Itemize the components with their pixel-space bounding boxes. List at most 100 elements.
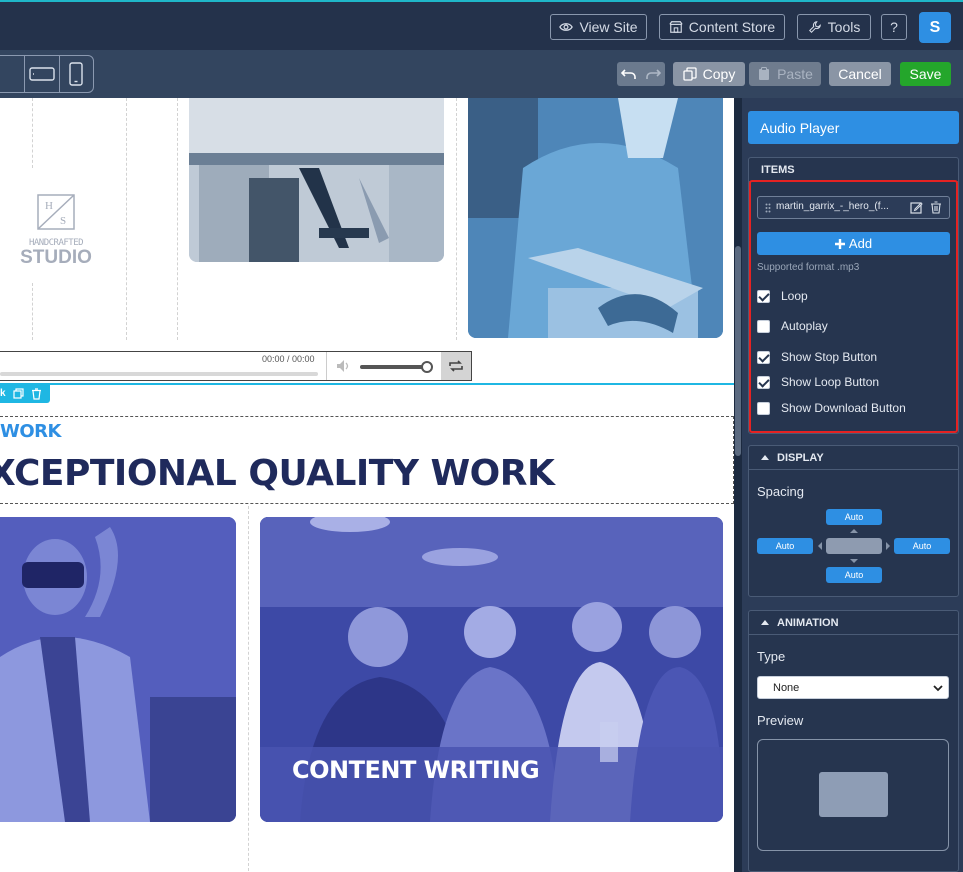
audio-item-name: martin_garrix_-_hero_(f...: [776, 201, 889, 212]
undo-button[interactable]: [617, 62, 641, 86]
spacing-right-input[interactable]: Auto: [894, 538, 950, 554]
device-mobile-button[interactable]: [60, 56, 93, 92]
top-bar: View Site Content Store Tools ? S: [0, 0, 963, 50]
logo-line2: STUDIO: [20, 247, 92, 268]
duplicate-section-icon[interactable]: [12, 388, 24, 399]
spacing-label: Spacing: [757, 484, 804, 499]
show-download-button-checkbox[interactable]: [757, 402, 770, 415]
show-stop-button-label: Show Stop Button: [781, 350, 878, 364]
delete-section-icon[interactable]: [31, 387, 42, 400]
animation-preview-box: [757, 739, 949, 851]
undo-redo-group: [617, 62, 665, 86]
user-avatar[interactable]: S: [919, 12, 951, 43]
spacing-center-box: [826, 538, 882, 554]
copy-button[interactable]: Copy: [673, 62, 745, 86]
display-header-label: DISPLAY: [777, 451, 824, 464]
spacing-top-value: Auto: [844, 512, 864, 522]
column-guide: [456, 98, 457, 340]
section-heading: XCEPTIONAL QUALITY WORK: [0, 453, 555, 494]
redo-icon: [646, 69, 661, 79]
show-download-button-label: Show Download Button: [781, 401, 906, 415]
chevron-down-icon: [933, 685, 943, 692]
autoplay-checkbox[interactable]: [757, 320, 770, 333]
device-switcher: [0, 55, 94, 93]
view-site-button[interactable]: View Site: [550, 14, 647, 40]
spacing-right-value: Auto: [912, 541, 932, 551]
copy-icon: [683, 67, 697, 81]
content-writing-card[interactable]: CONTENT WRITING: [260, 517, 723, 822]
collapse-caret-icon: [761, 455, 769, 460]
supported-format-note: Supported format .mp3: [757, 262, 860, 273]
audio-item-row[interactable]: martin_garrix_-_hero_(f...: [757, 196, 950, 219]
edit-icon[interactable]: [910, 201, 923, 214]
redo-button[interactable]: [641, 62, 665, 86]
column-guide: [32, 98, 33, 168]
collapse-caret-icon: [761, 620, 769, 625]
paste-icon: [759, 67, 770, 80]
content-store-button[interactable]: Content Store: [659, 14, 785, 40]
view-site-label: View Site: [579, 19, 638, 35]
help-label: ?: [890, 19, 898, 35]
section-eyebrow: WORK: [0, 421, 61, 442]
vr-card[interactable]: [0, 517, 236, 822]
volume-knob[interactable]: [421, 361, 433, 373]
paste-button[interactable]: Paste: [749, 62, 821, 86]
device-tablet-button[interactable]: [25, 56, 60, 92]
loop-button[interactable]: [441, 352, 471, 380]
spacing-left-input[interactable]: Auto: [757, 538, 813, 554]
logo-mark: H S: [37, 194, 75, 230]
undo-icon: [621, 69, 636, 79]
tools-button[interactable]: Tools: [797, 14, 871, 40]
animation-header-label: ANIMATION: [777, 616, 839, 629]
vr-card-art: [0, 517, 236, 822]
trash-icon[interactable]: [930, 201, 942, 214]
volume-icon[interactable]: [336, 359, 352, 373]
animation-type-select[interactable]: None: [757, 676, 949, 699]
add-item-button[interactable]: Add: [757, 232, 950, 255]
save-button[interactable]: Save: [900, 62, 951, 86]
panel-title: Audio Player: [748, 111, 959, 144]
logo-letter-top: H: [45, 200, 53, 212]
audio-progress-bar[interactable]: [0, 372, 318, 376]
section-toolbar: k: [0, 384, 50, 403]
arrow-down-icon: [850, 559, 858, 563]
column-guide: [248, 506, 249, 872]
spacing-left-value: Auto: [775, 541, 795, 551]
show-loop-button-label: Show Loop Button: [781, 375, 880, 389]
arrow-right-icon: [886, 542, 890, 550]
cancel-button[interactable]: Cancel: [829, 62, 891, 86]
display-section-header[interactable]: DISPLAY: [749, 446, 958, 470]
autoplay-label: Autoplay: [781, 319, 828, 333]
show-loop-button-checkbox[interactable]: [757, 376, 770, 389]
animation-preview-label: Preview: [757, 713, 804, 728]
paste-label: Paste: [777, 66, 813, 82]
meeting-photo-art: [189, 98, 444, 262]
items-header-label: ITEMS: [761, 163, 795, 176]
mobile-icon: [69, 62, 84, 86]
loop-checkbox[interactable]: [757, 290, 770, 303]
card-caption: CONTENT WRITING: [292, 756, 540, 784]
animation-type-value: None: [773, 682, 800, 694]
canvas-scrollbar[interactable]: [734, 98, 742, 872]
spacing-bottom-value: Auto: [844, 570, 864, 580]
add-item-label: Add: [848, 236, 873, 251]
copy-label: Copy: [702, 66, 736, 82]
device-desktop-segment[interactable]: [0, 56, 26, 92]
section-tag: k: [0, 388, 6, 399]
store-icon: [669, 21, 683, 33]
show-stop-button-checkbox[interactable]: [757, 351, 770, 364]
column-guide: [177, 98, 178, 340]
animation-preview-block: [819, 772, 888, 817]
laptop-man-photo[interactable]: [468, 98, 723, 338]
animation-section-header[interactable]: ANIMATION: [749, 611, 958, 635]
spacing-bottom-input[interactable]: Auto: [826, 567, 882, 583]
meeting-photo[interactable]: [189, 98, 444, 262]
spacing-top-input[interactable]: Auto: [826, 509, 882, 525]
canvas-scrollbar-thumb[interactable]: [735, 246, 741, 456]
animation-type-label: Type: [757, 649, 786, 664]
drag-handle-icon[interactable]: [765, 203, 771, 213]
audio-time: 00:00 / 00:00: [262, 354, 315, 364]
arrow-left-icon: [818, 542, 822, 550]
help-button[interactable]: ?: [881, 14, 907, 40]
page-canvas[interactable]: H S HANDCRAFTED STUDIO 00:00 / 00:00 k W…: [0, 98, 736, 872]
